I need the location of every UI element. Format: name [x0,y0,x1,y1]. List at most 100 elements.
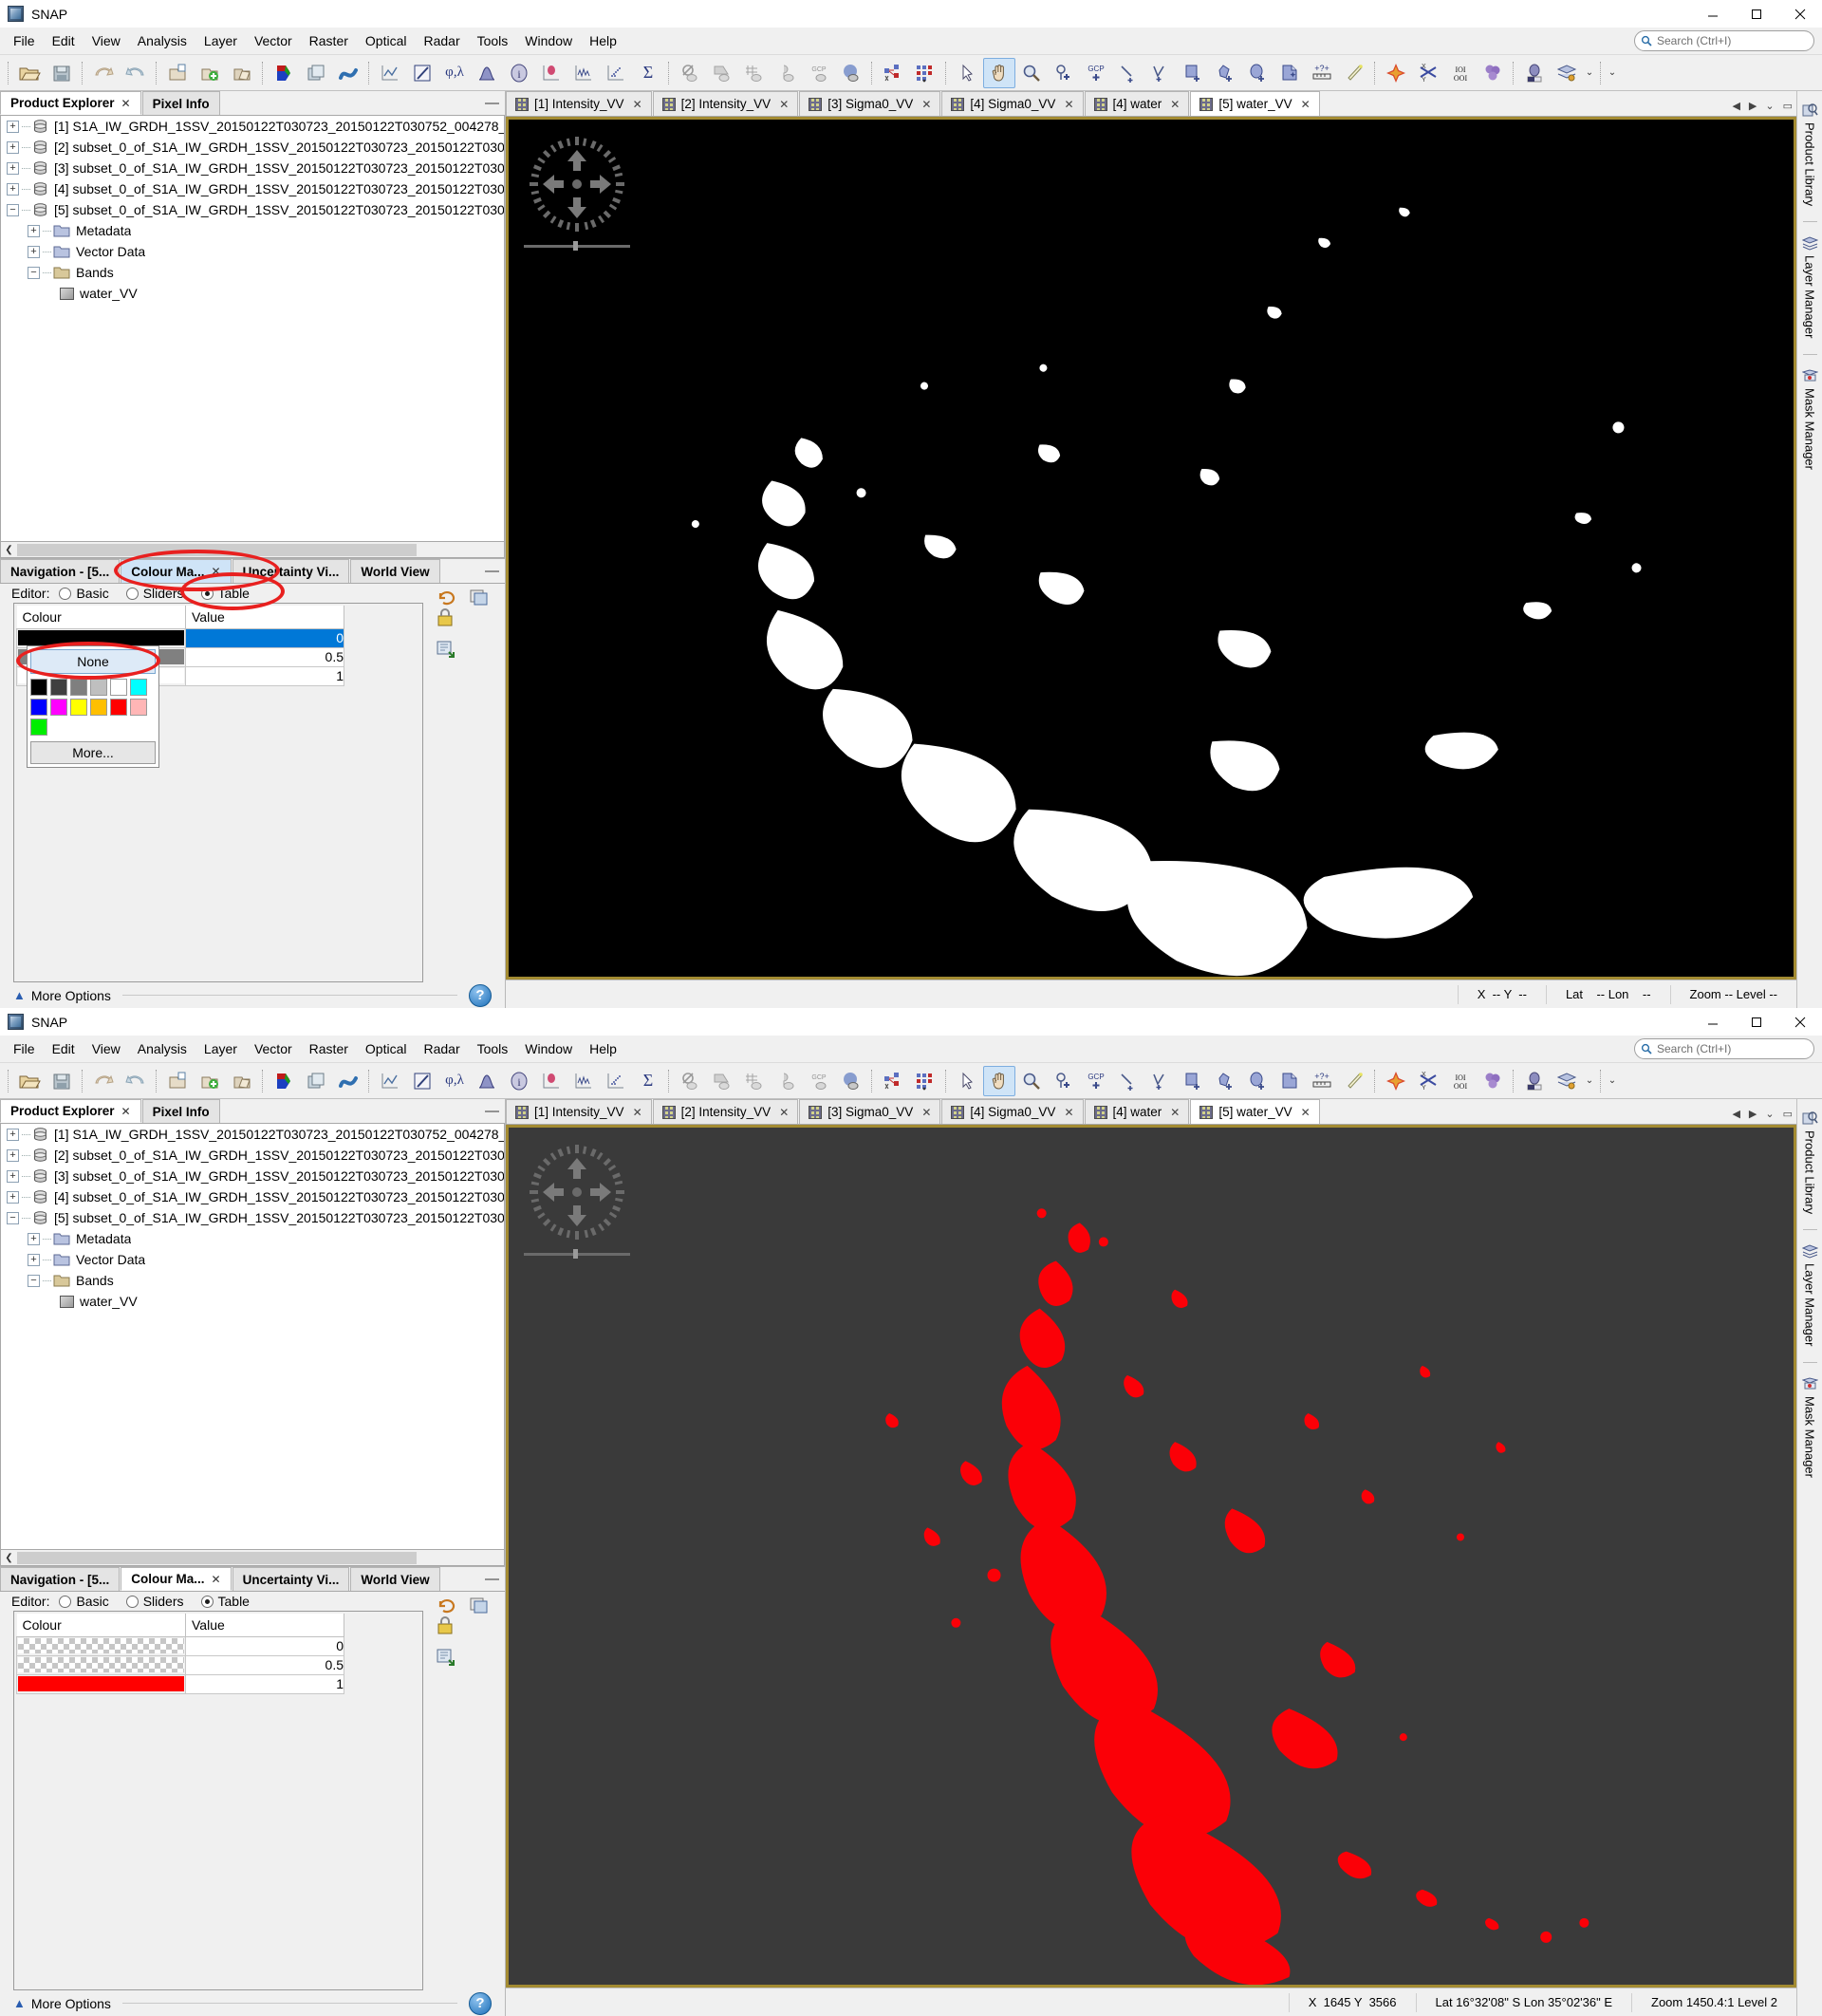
layer-stack-icon[interactable] [1551,1066,1583,1096]
expander-icon[interactable]: + [28,1253,40,1266]
close-icon[interactable] [1778,1008,1822,1036]
table-row[interactable]: 0.5 [16,1654,344,1675]
value-cell[interactable]: 0.5 [185,1654,344,1675]
menu-optical[interactable]: Optical [357,30,416,51]
menu-vector[interactable]: Vector [246,1038,301,1059]
swatch-yellow[interactable] [70,699,87,717]
lock-palette-icon[interactable] [433,607,458,629]
correlative-plot-icon[interactable] [567,1066,600,1096]
swatch-dark-grey[interactable] [50,679,67,697]
band-maths-icon[interactable] [332,58,364,88]
radio-table-icon[interactable] [200,1595,214,1608]
swatch-green[interactable] [30,719,47,737]
menu-edit[interactable]: Edit [44,30,84,51]
import-palette-icon[interactable] [433,637,458,660]
menu-radar[interactable]: Radar [415,30,468,51]
tree-item[interactable]: − Bands [1,1270,504,1291]
rectangle-drawing-icon[interactable] [1177,1066,1209,1096]
line-drawing-icon[interactable] [1112,58,1144,88]
vector-data-icon[interactable] [877,1066,909,1096]
line-drawing-icon[interactable] [1112,1066,1144,1096]
expander-icon[interactable]: + [28,224,40,237]
expander-icon[interactable]: + [28,1232,40,1245]
menu-raster[interactable]: Raster [301,30,357,51]
import-palette-icon[interactable] [433,1645,458,1668]
expander-icon[interactable]: − [28,266,40,279]
cluster-icon[interactable] [1477,1066,1509,1096]
expander-icon[interactable]: + [7,161,19,175]
zoom-tool-icon[interactable] [1015,58,1048,88]
tab-list-chevron-icon[interactable]: ⌄ [1765,1108,1774,1120]
document-tab-3-sigma0-vv[interactable]: [3] Sigma0_VV ✕ [799,91,941,116]
toolbar-overflow-chevron-2-icon[interactable]: ⌄ [1606,1066,1619,1096]
colour-star-icon[interactable] [1380,1066,1412,1096]
menu-analysis[interactable]: Analysis [129,1038,195,1059]
colour-cell[interactable] [16,627,186,648]
expander-icon[interactable]: + [7,1148,19,1162]
binary-icon[interactable]: IOI OOI [1444,58,1477,88]
binary-icon[interactable]: IOI OOI [1444,1066,1477,1096]
import-icon[interactable] [161,1066,194,1096]
editor-option-basic[interactable]: Basic [59,1594,109,1609]
close-icon[interactable]: ✕ [121,1105,131,1118]
radio-basic-icon[interactable] [59,587,72,600]
navigation-compass-icon[interactable] [528,135,626,233]
maximize-icon[interactable] [1735,0,1778,28]
tree-item[interactable]: + [2] subset_0_of_S1A_IW_GRDH_1SSV_201501… [1,137,504,158]
close-icon[interactable]: ✕ [633,98,642,111]
gcp-placing-icon[interactable]: GCP [1080,1066,1112,1096]
expander-icon[interactable]: − [28,1274,40,1287]
band-maths-icon[interactable] [332,1066,364,1096]
scroll-left-icon[interactable]: ❮ [1,1553,17,1563]
menu-optical[interactable]: Optical [357,1038,416,1059]
open-product-icon[interactable] [13,58,46,88]
close-icon[interactable]: ✕ [1301,98,1311,111]
editor-option-basic[interactable]: Basic [59,586,109,601]
histogram-icon[interactable] [471,1066,503,1096]
menu-file[interactable]: File [5,1038,44,1059]
multi-apply-icon[interactable] [467,586,492,608]
pin-overlay-icon[interactable] [771,1066,803,1096]
document-tab-3-sigma0-vv[interactable]: [3] Sigma0_VV ✕ [799,1099,941,1124]
geometry-overlay-icon[interactable] [706,1066,738,1096]
expander-icon[interactable]: − [7,203,19,216]
expander-icon[interactable]: + [7,1169,19,1183]
geometry-overlay-icon[interactable] [706,58,738,88]
open-product-icon[interactable] [13,1066,46,1096]
gcp-placing-icon[interactable]: GCP [1080,58,1112,88]
expander-icon[interactable]: + [7,140,19,154]
save-product-icon[interactable] [46,58,78,88]
reset-icon[interactable] [435,1594,459,1616]
lock-palette-icon[interactable] [433,1615,458,1637]
polygon-drawing-icon[interactable] [1209,1066,1241,1096]
scroll-tabs-right-icon[interactable]: ▶ [1749,100,1757,112]
expander-icon[interactable]: + [7,1190,19,1204]
colour-swatch[interactable] [18,630,184,646]
rectangle-drawing-icon[interactable] [1177,58,1209,88]
redo-icon[interactable] [120,1066,152,1096]
document-tab-4-sigma0-vv[interactable]: [4] Sigma0_VV ✕ [941,1099,1084,1124]
magic-stick-icon[interactable] [1338,58,1370,88]
save-product-icon[interactable] [46,1066,78,1096]
value-cell[interactable]: 0.5 [185,646,344,667]
tree-item[interactable]: + Metadata [1,1228,504,1249]
rgb-image-view-icon[interactable] [268,58,300,88]
minimize-panel-icon[interactable]: — [485,1571,499,1587]
menu-analysis[interactable]: Analysis [129,30,195,51]
swatch-cyan[interactable] [130,679,147,697]
tree-item[interactable]: water_VV [1,283,504,304]
pin-placing-icon[interactable] [1048,1066,1080,1096]
tree-item[interactable]: + [2] subset_0_of_S1A_IW_GRDH_1SSV_201501… [1,1145,504,1166]
tab-product-explorer[interactable]: Product Explorer ✕ [0,91,141,115]
product-tree[interactable]: + [1] S1A_IW_GRDH_1SSV_20150122T030723_20… [0,116,505,542]
document-tab-2-intensity-vv[interactable]: [2] Intensity_VV ✕ [652,91,799,116]
maximize-document-icon[interactable]: ▭ [1783,100,1793,112]
add-product-icon[interactable] [194,58,226,88]
sidebar-item-layer-manager[interactable]: Layer Manager [1801,228,1818,347]
tab-pixel-info[interactable]: Pixel Info [141,1099,220,1123]
export-icon[interactable] [226,1066,258,1096]
document-tab-4-water[interactable]: [4] water ✕ [1084,91,1190,116]
expander-icon[interactable]: + [7,120,19,133]
maximize-icon[interactable] [1735,1008,1778,1036]
ellipse-drawing-icon[interactable] [1241,58,1274,88]
